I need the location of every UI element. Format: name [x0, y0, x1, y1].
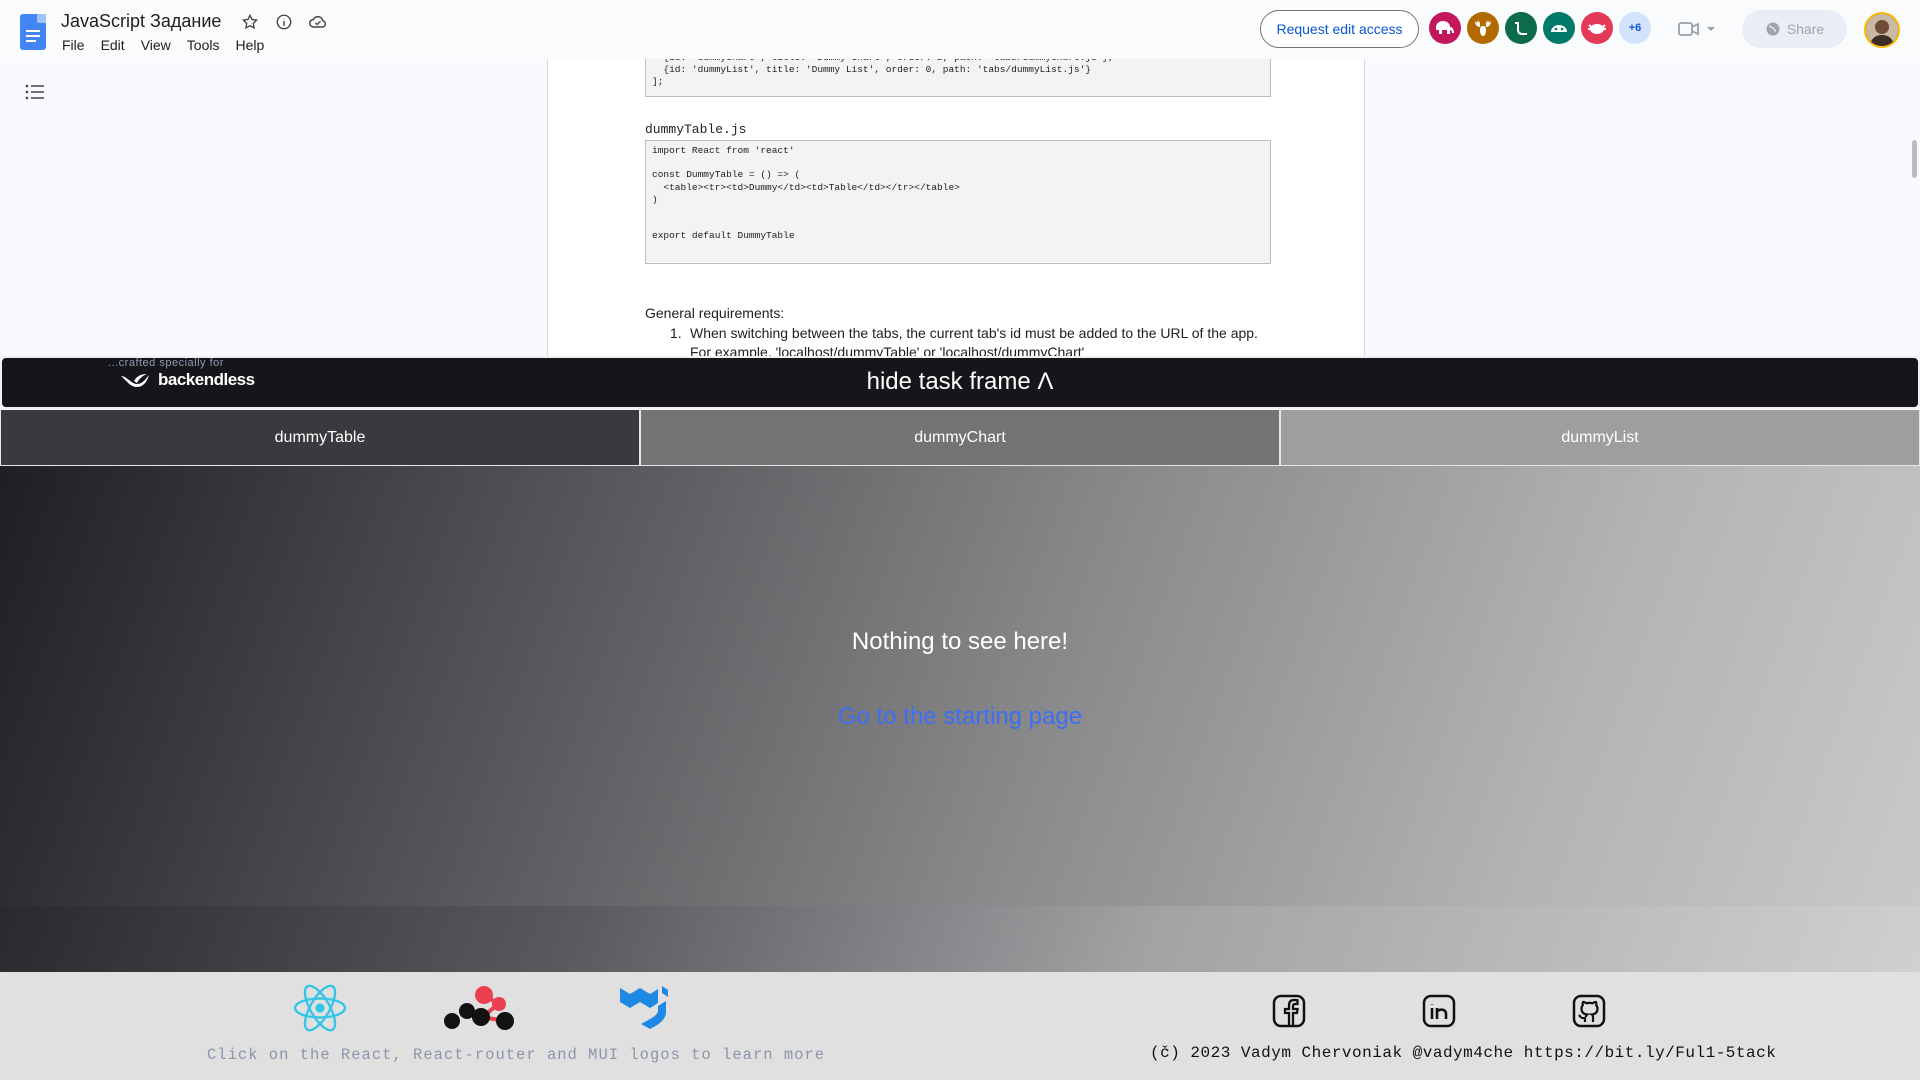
- linkedin-icon[interactable]: [1422, 994, 1456, 1028]
- google-docs-icon[interactable]: [20, 14, 46, 50]
- starting-page-link[interactable]: Go to the starting page: [0, 703, 1920, 731]
- user-avatar[interactable]: [1864, 12, 1900, 48]
- request-edit-access-button[interactable]: Request edit access: [1260, 10, 1419, 48]
- footer: Click on the React, React-router and MUI…: [0, 972, 1920, 1080]
- tab-dummy-table[interactable]: dummyTable: [0, 410, 640, 466]
- viewer-avatars: +6: [1429, 12, 1651, 44]
- document-title[interactable]: JavaScript Задание: [61, 11, 221, 32]
- chevron-down-icon: [1707, 27, 1715, 31]
- star-icon[interactable]: [240, 12, 260, 32]
- nothing-message: Nothing to see here!: [851, 628, 1069, 655]
- react-router-logo[interactable]: [443, 984, 525, 1039]
- menu-edit[interactable]: Edit: [101, 37, 125, 53]
- requirement-text: When switching between the tabs, the cur…: [690, 325, 1258, 356]
- requirement-number: 1.: [670, 325, 682, 341]
- docs-header: JavaScript Задание File Edit View Tools …: [0, 0, 1920, 59]
- anonymous-turtle-avatar[interactable]: [1543, 12, 1575, 44]
- tab-content: Nothing to see here! Go to the starting …: [0, 466, 1920, 906]
- task-frame-bar: ...crafted specially for backendless hid…: [0, 356, 1920, 409]
- document-outline-icon[interactable]: [25, 84, 45, 105]
- code-block-tabs-config: {id: 'dummyChart', title: 'Dummy Chart',…: [645, 59, 1271, 97]
- menu-view[interactable]: View: [141, 37, 171, 53]
- anonymous-moose-avatar[interactable]: [1467, 12, 1499, 44]
- tab-dummy-chart[interactable]: dummyChart: [640, 410, 1280, 466]
- anonymous-elephant-avatar[interactable]: [1429, 12, 1461, 44]
- menu-file[interactable]: File: [62, 37, 85, 53]
- tab-bar: dummyTable dummyChart dummyList: [0, 410, 1920, 466]
- mui-logo[interactable]: [618, 984, 670, 1037]
- document-scrollbar[interactable]: [1912, 140, 1917, 178]
- info-icon[interactable]: [274, 12, 294, 32]
- globe-icon: [1766, 22, 1780, 36]
- logos-hint-text: Click on the React, React-router and MUI…: [207, 1046, 826, 1064]
- share-button[interactable]: Share: [1742, 10, 1847, 48]
- more-viewers-badge[interactable]: +6: [1619, 12, 1651, 44]
- content-lower-band: [0, 906, 1920, 972]
- menu-tools[interactable]: Tools: [187, 37, 220, 53]
- task-frame: ...crafted specially for backendless hid…: [0, 356, 1920, 1080]
- requirements-title: General requirements:: [645, 305, 785, 321]
- meet-button[interactable]: [1678, 18, 1720, 40]
- code-block-dummy-table: import React from 'react' const DummyTab…: [645, 140, 1271, 264]
- facebook-icon[interactable]: [1272, 994, 1306, 1028]
- code-caption: dummyTable.js: [645, 122, 747, 137]
- video-camera-icon: [1678, 22, 1699, 36]
- github-icon[interactable]: [1572, 994, 1606, 1028]
- document-page: {id: 'dummyChart', title: 'Dummy Chart',…: [547, 59, 1365, 356]
- hide-task-frame-button[interactable]: hide task frame Λ: [2, 368, 1918, 396]
- cloud-status-icon[interactable]: [308, 12, 328, 32]
- title-icons: [240, 12, 328, 32]
- anonymous-axolotl-avatar[interactable]: [1581, 12, 1613, 44]
- react-logo[interactable]: [292, 980, 348, 1041]
- menu-bar: File Edit View Tools Help: [62, 37, 264, 53]
- copyright-text: (č) 2023 Vadym Chervoniak @vadym4che htt…: [1150, 1044, 1777, 1062]
- anonymous-dinosaur-avatar[interactable]: [1505, 12, 1537, 44]
- share-label: Share: [1786, 21, 1825, 37]
- tab-dummy-list[interactable]: dummyList: [1280, 410, 1920, 466]
- menu-help[interactable]: Help: [235, 37, 264, 53]
